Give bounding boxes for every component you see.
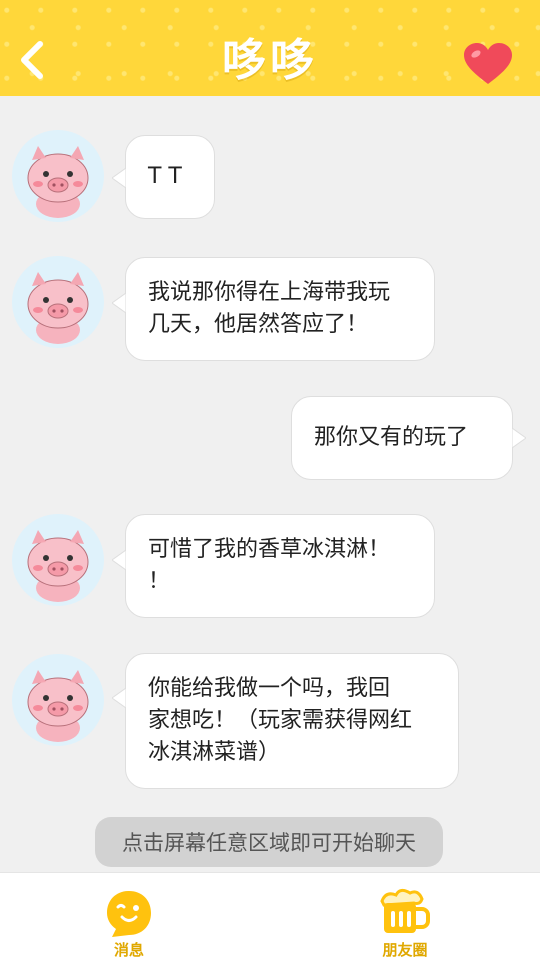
message-bubble: 那你又有的玩了 (291, 396, 513, 480)
message-text: T T (148, 164, 182, 189)
contact-avatar[interactable] (12, 514, 104, 606)
tab-messages-label: 消息 (113, 941, 144, 959)
message-text: 我说那你得在上海带我玩 几天，他居然答应了！ (148, 280, 391, 337)
message-text: 那你又有的玩了 (314, 425, 469, 450)
tab-moments[interactable]: 朋友圈 (360, 883, 450, 961)
smiley-bubble-icon (107, 891, 151, 937)
top-bar: 哆哆 (0, 0, 540, 96)
contact-avatar[interactable] (12, 130, 104, 222)
chat-area[interactable]: T T 我说那你得在上海带我玩 几天，他居然答应了！ 那你又有的玩了 可惜了我的… (0, 96, 540, 872)
message-bubble: 我说那你得在上海带我玩 几天，他居然答应了！ (125, 257, 435, 361)
message-text: 可惜了我的香草冰淇淋！ ！ (148, 537, 391, 594)
contact-avatar[interactable] (12, 256, 104, 348)
bottom-tab-bar: 消息 朋友圈 (0, 872, 540, 961)
message-bubble: 可惜了我的香草冰淇淋！ ！ (125, 514, 435, 618)
beer-mug-icon (380, 888, 430, 933)
message-bubble: 你能给我做一个吗，我回 家想吃！（玩家需获得网红 冰淇淋菜谱） (125, 653, 459, 789)
message-bubble: T T (125, 135, 215, 219)
contact-avatar[interactable] (12, 654, 104, 746)
pig-avatar-icon (27, 146, 89, 218)
message-text: 你能给我做一个吗，我回 家想吃！（玩家需获得网红 冰淇淋菜谱） (148, 676, 413, 765)
tab-messages[interactable]: 消息 (84, 883, 174, 961)
pig-avatar-icon (27, 670, 89, 742)
pig-avatar-icon (27, 272, 89, 344)
tab-moments-label: 朋友圈 (382, 941, 428, 959)
chat-title: 哆哆 (222, 35, 318, 86)
favorite-button[interactable] (462, 42, 514, 86)
start-chat-hint[interactable]: 点击屏幕任意区域即可开始聊天 (95, 817, 443, 867)
heart-icon (464, 43, 512, 84)
pig-avatar-icon (27, 530, 89, 602)
